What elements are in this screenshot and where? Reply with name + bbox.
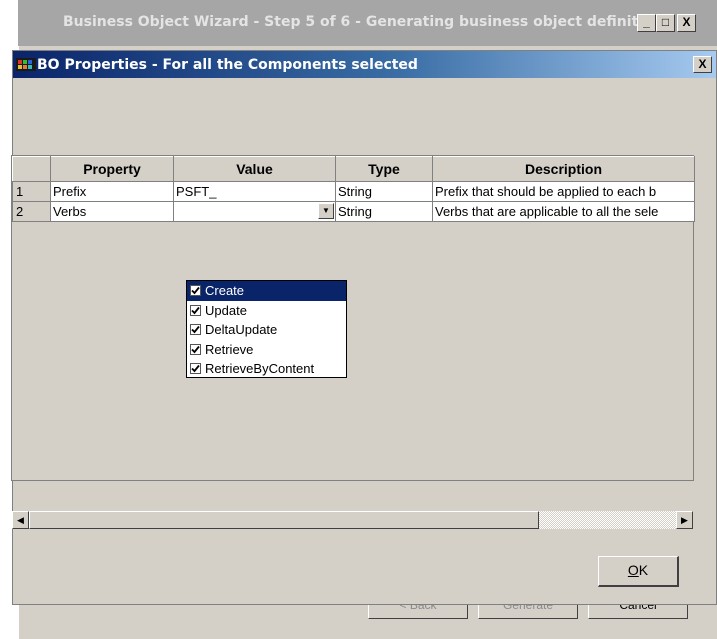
scrollbar-track[interactable] xyxy=(539,511,677,529)
cell-type: String xyxy=(335,201,433,222)
cell-property: Verbs xyxy=(50,201,174,222)
column-header-type[interactable]: Type xyxy=(335,156,433,182)
verb-label: DeltaUpdate xyxy=(205,322,278,337)
checkmark-icon xyxy=(191,364,200,373)
wizard-title-bar: Business Object Wizard - Step 5 of 6 - G… xyxy=(18,0,717,46)
properties-table: Property Value Type Description 1 Prefix… xyxy=(12,156,695,222)
checkbox-retrievebycontent[interactable] xyxy=(190,363,201,374)
verb-label: RetrieveByContent xyxy=(205,361,315,376)
verb-label: Update xyxy=(205,302,247,318)
scroll-left-icon[interactable]: ◀ xyxy=(12,511,29,529)
row-number: 1 xyxy=(12,181,51,202)
verb-option-retrieve[interactable]: Retrieve xyxy=(187,340,346,360)
column-header-rownum[interactable] xyxy=(12,156,51,182)
cell-property: Prefix xyxy=(50,181,174,202)
cell-value-input[interactable]: PSFT_ xyxy=(173,181,336,202)
table-row[interactable]: 2 Verbs ▼ String Verbs that are applicab… xyxy=(12,201,695,222)
row-number: 2 xyxy=(12,201,51,222)
verb-option-deltaupdate[interactable]: DeltaUpdate xyxy=(187,320,346,340)
column-header-description[interactable]: Description xyxy=(432,156,695,182)
scroll-right-icon[interactable]: ▶ xyxy=(676,511,693,529)
horizontal-scrollbar[interactable]: ◀ ▶ xyxy=(12,511,693,529)
table-row[interactable]: 1 Prefix PSFT_ String Prefix that should… xyxy=(12,181,695,202)
column-header-property[interactable]: Property xyxy=(50,156,174,182)
cell-description: Prefix that should be applied to each b xyxy=(432,181,695,202)
checkmark-icon xyxy=(191,286,200,295)
verb-option-create[interactable]: Create xyxy=(187,281,346,301)
checkbox-retrieve[interactable] xyxy=(190,343,201,355)
column-header-value[interactable]: Value xyxy=(173,156,336,182)
table-header-row: Property Value Type Description xyxy=(12,156,695,182)
verbs-combobox[interactable]: ▼ xyxy=(173,201,336,222)
verb-option-retrievebycontent[interactable]: RetrieveByContent xyxy=(187,359,346,379)
minimize-button[interactable]: _ xyxy=(637,14,656,32)
cell-type: String xyxy=(335,181,433,202)
checkmark-icon xyxy=(191,325,200,334)
dialog-title: BO Properties - For all the Components s… xyxy=(37,57,418,73)
verbs-dropdown-list: Create Update DeltaUpdate Retrieve Retri… xyxy=(186,280,347,378)
dialog-title-bar: BO Properties - For all the Components s… xyxy=(13,51,716,78)
verb-label: Create xyxy=(205,283,245,298)
checkmark-icon xyxy=(191,345,200,353)
app-icon xyxy=(16,58,36,71)
dialog-close-button[interactable]: X xyxy=(693,56,712,73)
checkbox-create[interactable] xyxy=(190,285,201,296)
ok-button[interactable]: OK xyxy=(598,556,679,587)
checkbox-update[interactable] xyxy=(190,304,201,316)
ok-accel-letter: O xyxy=(627,562,639,578)
scrollbar-thumb[interactable] xyxy=(29,511,539,529)
wizard-close-button[interactable]: X xyxy=(677,14,696,32)
chevron-down-icon[interactable]: ▼ xyxy=(318,203,334,219)
wizard-title: Business Object Wizard - Step 5 of 6 - G… xyxy=(63,14,643,30)
ok-label-rest: K xyxy=(638,562,649,578)
checkbox-deltaupdate[interactable] xyxy=(190,324,201,335)
checkmark-icon xyxy=(191,306,200,314)
verb-label: Retrieve xyxy=(205,341,254,357)
cell-description: Verbs that are applicable to all the sel… xyxy=(432,201,695,222)
maximize-button[interactable]: □ xyxy=(656,14,675,32)
verb-option-update[interactable]: Update xyxy=(187,301,346,321)
